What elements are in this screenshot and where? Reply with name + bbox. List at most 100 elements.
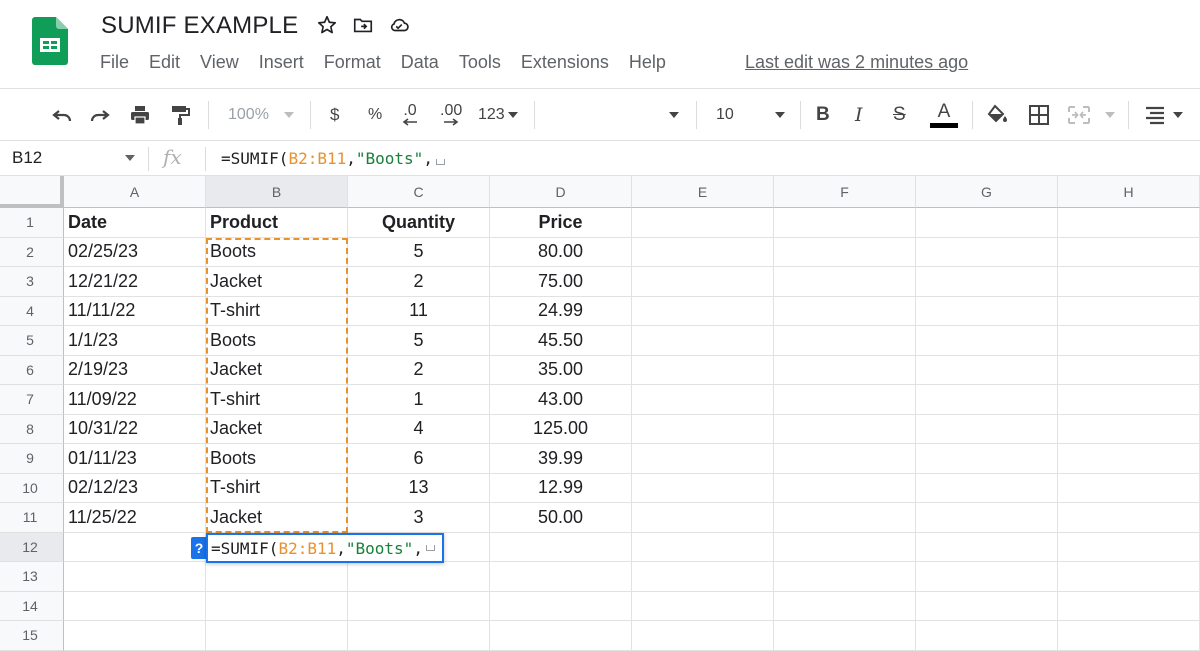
- menu-format[interactable]: Format: [324, 52, 381, 73]
- table-cell[interactable]: 2/19/23: [64, 355, 206, 385]
- table-cell[interactable]: [1058, 326, 1200, 356]
- table-cell[interactable]: Jacket: [206, 414, 348, 444]
- row-header[interactable]: 11: [0, 503, 64, 533]
- move-to-folder-icon[interactable]: [352, 14, 374, 36]
- table-cell[interactable]: 6: [348, 444, 490, 474]
- row-header[interactable]: 10: [0, 473, 64, 503]
- table-cell[interactable]: [1058, 444, 1200, 474]
- font-size-dropdown[interactable]: [774, 89, 786, 141]
- table-cell[interactable]: [490, 562, 632, 592]
- table-cell[interactable]: [1058, 621, 1200, 651]
- column-header-f[interactable]: F: [774, 176, 916, 208]
- table-cell[interactable]: [1058, 503, 1200, 533]
- table-cell[interactable]: 35.00: [490, 355, 632, 385]
- row-header[interactable]: 13: [0, 562, 64, 592]
- table-cell[interactable]: [1058, 414, 1200, 444]
- table-cell[interactable]: 4: [348, 414, 490, 444]
- formula-help-button[interactable]: ?: [191, 537, 207, 559]
- table-cell[interactable]: [348, 591, 490, 621]
- table-cell[interactable]: 11/25/22: [64, 503, 206, 533]
- row-header[interactable]: 12: [0, 532, 64, 562]
- table-cell[interactable]: Boots: [206, 326, 348, 356]
- table-cell[interactable]: [632, 532, 774, 562]
- table-cell[interactable]: 13: [348, 473, 490, 503]
- table-cell[interactable]: [632, 473, 774, 503]
- table-cell[interactable]: [632, 621, 774, 651]
- table-cell[interactable]: 01/11/23: [64, 444, 206, 474]
- table-cell[interactable]: [1058, 562, 1200, 592]
- zoom-select[interactable]: 100%: [228, 89, 295, 141]
- bold-button[interactable]: B: [816, 89, 830, 141]
- table-cell[interactable]: [632, 326, 774, 356]
- table-cell[interactable]: [1058, 532, 1200, 562]
- table-cell[interactable]: [916, 385, 1058, 415]
- table-cell[interactable]: [1058, 267, 1200, 297]
- table-cell[interactable]: [206, 621, 348, 651]
- table-cell[interactable]: [632, 385, 774, 415]
- table-cell[interactable]: 75.00: [490, 267, 632, 297]
- table-cell[interactable]: 2: [348, 355, 490, 385]
- menu-data[interactable]: Data: [401, 52, 439, 73]
- table-cell[interactable]: [774, 296, 916, 326]
- cloud-status-icon[interactable]: [388, 14, 410, 36]
- table-cell[interactable]: [916, 296, 1058, 326]
- table-cell[interactable]: [916, 414, 1058, 444]
- last-edit-link[interactable]: Last edit was 2 minutes ago: [745, 52, 968, 73]
- merge-dropdown[interactable]: [1104, 89, 1116, 141]
- menu-file[interactable]: File: [100, 52, 129, 73]
- table-cell[interactable]: [490, 532, 632, 562]
- table-cell[interactable]: [916, 267, 1058, 297]
- align-dropdown[interactable]: [1172, 89, 1184, 141]
- formula-input[interactable]: =SUMIF(B2:B11,"Boots",: [221, 149, 445, 168]
- more-formats-button[interactable]: 123: [478, 89, 519, 141]
- table-cell[interactable]: [916, 473, 1058, 503]
- column-header-a[interactable]: A: [64, 176, 206, 208]
- table-cell[interactable]: [774, 208, 916, 238]
- merge-cells-icon[interactable]: [1066, 89, 1092, 141]
- table-cell[interactable]: T-shirt: [206, 473, 348, 503]
- document-title[interactable]: SUMIF EXAMPLE: [101, 12, 298, 40]
- table-cell[interactable]: [774, 562, 916, 592]
- column-title-cell[interactable]: Price: [490, 208, 632, 238]
- table-cell[interactable]: Jacket: [206, 503, 348, 533]
- table-cell[interactable]: [916, 532, 1058, 562]
- table-cell[interactable]: [774, 355, 916, 385]
- table-cell[interactable]: [64, 621, 206, 651]
- table-cell[interactable]: [632, 355, 774, 385]
- percent-format-button[interactable]: %: [368, 89, 382, 141]
- table-cell[interactable]: 1/1/23: [64, 326, 206, 356]
- table-cell[interactable]: [64, 562, 206, 592]
- table-cell[interactable]: [916, 355, 1058, 385]
- row-header[interactable]: 15: [0, 621, 64, 651]
- menu-edit[interactable]: Edit: [149, 52, 180, 73]
- table-cell[interactable]: [632, 237, 774, 267]
- table-cell[interactable]: [632, 296, 774, 326]
- redo-icon[interactable]: [88, 89, 112, 141]
- table-cell[interactable]: [1058, 385, 1200, 415]
- table-cell[interactable]: [916, 326, 1058, 356]
- table-cell[interactable]: [774, 326, 916, 356]
- table-cell[interactable]: [774, 621, 916, 651]
- table-cell[interactable]: [348, 562, 490, 592]
- horizontal-align-icon[interactable]: [1144, 89, 1166, 141]
- table-cell[interactable]: 10/31/22: [64, 414, 206, 444]
- undo-icon[interactable]: [50, 89, 74, 141]
- table-cell[interactable]: Boots: [206, 237, 348, 267]
- table-cell[interactable]: 02/12/23: [64, 473, 206, 503]
- table-cell[interactable]: [1058, 296, 1200, 326]
- row-header[interactable]: 6: [0, 355, 64, 385]
- table-cell[interactable]: 02/25/23: [64, 237, 206, 267]
- sheets-logo-icon[interactable]: [32, 17, 68, 65]
- table-cell[interactable]: 45.50: [490, 326, 632, 356]
- row-header[interactable]: 9: [0, 444, 64, 474]
- table-cell[interactable]: T-shirt: [206, 296, 348, 326]
- increase-decimal-button[interactable]: .00: [440, 89, 462, 141]
- borders-icon[interactable]: [1028, 89, 1050, 141]
- font-size-input[interactable]: 10: [716, 89, 734, 141]
- print-icon[interactable]: [128, 89, 152, 141]
- text-color-button[interactable]: A: [930, 89, 958, 141]
- table-cell[interactable]: 11/09/22: [64, 385, 206, 415]
- table-cell[interactable]: [64, 591, 206, 621]
- table-cell[interactable]: 12.99: [490, 473, 632, 503]
- table-cell[interactable]: [774, 532, 916, 562]
